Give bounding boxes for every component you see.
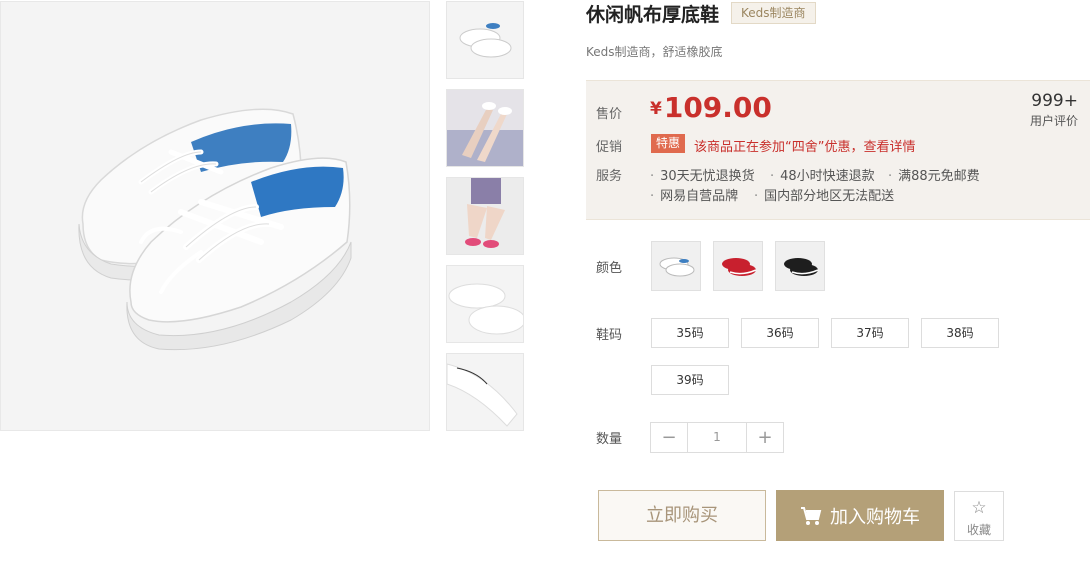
quantity-stepper: − 1 + bbox=[650, 422, 784, 453]
size-option[interactable]: 38码 bbox=[921, 318, 999, 348]
star-icon: ☆ bbox=[971, 498, 987, 518]
cart-icon bbox=[800, 506, 822, 526]
add-to-cart-label: 加入购物车 bbox=[830, 506, 920, 528]
buy-now-button[interactable]: 立即购买 bbox=[598, 490, 766, 541]
size-label: 鞋码 bbox=[596, 328, 623, 343]
color-label: 颜色 bbox=[596, 261, 623, 276]
thumbnail-5[interactable] bbox=[446, 353, 524, 431]
add-to-cart-button[interactable]: 加入购物车 bbox=[776, 490, 944, 541]
brand-tag[interactable]: Keds制造商 bbox=[731, 2, 816, 24]
service-item: 满88元免邮费 bbox=[888, 165, 980, 184]
service-item: 网易自营品牌 bbox=[650, 185, 738, 204]
promo-tag: 特惠 bbox=[651, 134, 686, 153]
review-label: 用户评价 bbox=[1029, 114, 1078, 128]
quantity-label: 数量 bbox=[596, 432, 623, 447]
increase-button[interactable]: + bbox=[747, 423, 783, 452]
size-option[interactable]: 39码 bbox=[651, 365, 729, 395]
quantity-input[interactable]: 1 bbox=[687, 423, 747, 452]
decrease-button[interactable]: − bbox=[651, 423, 687, 452]
promo-label: 促销 bbox=[596, 140, 623, 155]
color-swatch-red[interactable] bbox=[713, 241, 763, 291]
price: ¥109.00 bbox=[650, 91, 772, 124]
service-item: 30天无忧退换货 bbox=[650, 165, 755, 184]
review-count: 999+ bbox=[1031, 91, 1078, 111]
main-product-image bbox=[0, 1, 430, 431]
color-swatch-black[interactable] bbox=[775, 241, 825, 291]
service-item: 48小时快速退款 bbox=[770, 165, 875, 184]
size-option[interactable]: 36码 bbox=[741, 318, 819, 348]
price-box: 售价 ¥109.00 促销 特惠 该商品正在参加“四舍”优惠，查看详情 服务 3… bbox=[586, 80, 1090, 220]
favorite-label: 收藏 bbox=[966, 523, 991, 537]
product-title: 休闲帆布厚底鞋 bbox=[586, 3, 720, 26]
favorite-button[interactable]: ☆ 收藏 bbox=[954, 491, 1004, 541]
thumbnail-3[interactable] bbox=[446, 177, 524, 255]
service-item: 国内部分地区无法配送 bbox=[754, 185, 894, 204]
thumbnail-1[interactable] bbox=[446, 1, 524, 79]
service-label: 服务 bbox=[596, 169, 623, 184]
product-subtitle: Keds制造商，舒适橡胶底 bbox=[586, 45, 723, 59]
currency-symbol: ¥ bbox=[650, 99, 662, 119]
price-value: 109.00 bbox=[663, 91, 772, 124]
color-swatch-white[interactable] bbox=[651, 241, 701, 291]
price-label: 售价 bbox=[596, 107, 623, 122]
size-option[interactable]: 37码 bbox=[831, 318, 909, 348]
thumbnail-list bbox=[446, 1, 524, 441]
promo-link[interactable]: 该商品正在参加“四舍”优惠，查看详情 bbox=[694, 136, 915, 155]
size-option[interactable]: 35码 bbox=[651, 318, 729, 348]
thumbnail-4[interactable] bbox=[446, 265, 524, 343]
thumbnail-2[interactable] bbox=[446, 89, 524, 167]
review-summary[interactable]: 999+ 用户评价 bbox=[1030, 91, 1078, 129]
